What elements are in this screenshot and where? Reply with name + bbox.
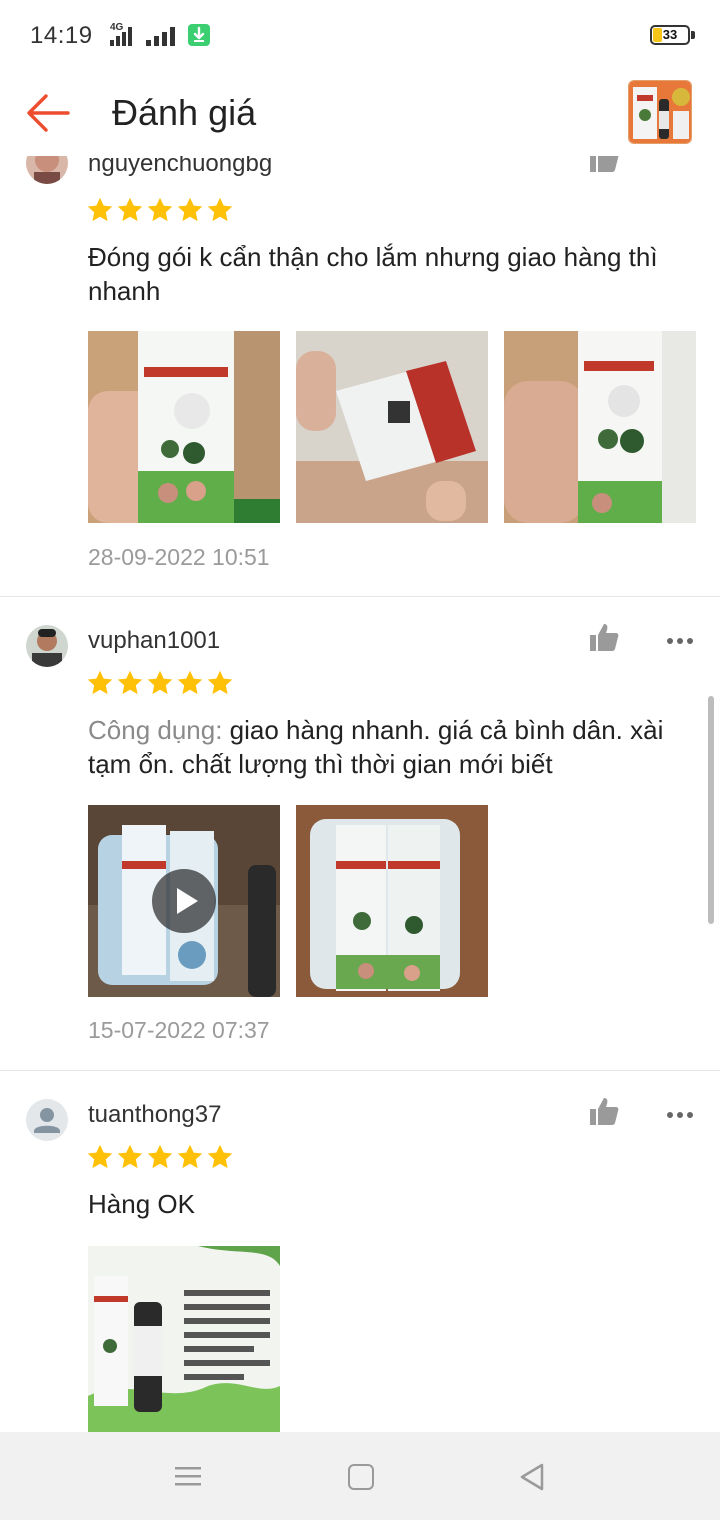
rating-stars xyxy=(86,1143,234,1171)
review-photo[interactable] xyxy=(504,331,696,523)
more-icon[interactable] xyxy=(666,633,694,644)
more-icon[interactable] xyxy=(666,1107,694,1118)
reviews-list[interactable]: nguyenchuongbg Đóng gói k cẩn thận cho l… xyxy=(0,156,720,1432)
star-icon xyxy=(117,1144,143,1169)
battery-icon: 33 xyxy=(650,25,690,45)
review-username[interactable]: nguyenchuongbg xyxy=(88,156,272,178)
star-icon xyxy=(177,1144,203,1169)
star-icon xyxy=(207,197,233,222)
rating-stars xyxy=(86,196,234,224)
status-bar: 14:19 4G 33 xyxy=(0,0,720,72)
thumbs-up-icon[interactable] xyxy=(588,156,620,174)
star-icon xyxy=(177,670,203,695)
back-arrow-icon[interactable] xyxy=(22,88,74,138)
star-icon xyxy=(87,197,113,222)
scrollbar[interactable] xyxy=(708,696,714,924)
review-username[interactable]: tuanthong37 xyxy=(88,1101,221,1129)
home-nav-icon[interactable] xyxy=(348,1464,374,1490)
network-label: 4G xyxy=(110,22,124,33)
thumbs-up-icon[interactable] xyxy=(588,1095,620,1127)
network-4g-icon: 4G xyxy=(110,22,140,48)
battery-level: 33 xyxy=(662,27,678,42)
review-photo[interactable] xyxy=(296,805,488,997)
page-title: Đánh giá xyxy=(112,92,257,133)
comment-label: Công dụng: xyxy=(88,715,223,745)
avatar[interactable] xyxy=(26,1099,68,1141)
star-icon xyxy=(207,670,233,695)
star-icon xyxy=(207,1144,233,1169)
back-nav-icon[interactable] xyxy=(518,1462,546,1492)
avatar[interactable] xyxy=(26,156,68,184)
review-comment: Hàng OK xyxy=(88,1189,195,1219)
battery-tip xyxy=(691,31,695,39)
rating-stars xyxy=(86,669,234,697)
review-divider xyxy=(0,596,720,597)
review-photo[interactable] xyxy=(88,331,280,523)
review-divider xyxy=(0,1070,720,1071)
review-date: 15-07-2022 07:37 xyxy=(88,1017,270,1043)
status-time: 14:19 xyxy=(30,22,93,49)
star-icon xyxy=(87,670,113,695)
review-comment: Đóng gói k cẩn thận cho lắm nhưng giao h… xyxy=(88,242,658,306)
product-thumbnail[interactable] xyxy=(628,80,692,144)
star-icon xyxy=(117,197,143,222)
review-video[interactable] xyxy=(88,805,280,997)
avatar[interactable] xyxy=(26,625,68,667)
star-icon xyxy=(147,1144,173,1169)
app-header: Đánh giá xyxy=(0,72,720,156)
star-icon xyxy=(87,1144,113,1169)
review-username[interactable]: vuphan1001 xyxy=(88,627,220,655)
star-icon xyxy=(117,670,143,695)
signal-icon xyxy=(146,26,180,48)
star-icon xyxy=(147,670,173,695)
play-icon[interactable] xyxy=(152,869,216,933)
review-comment: Công dụng: giao hàng nhanh. giá cả bình … xyxy=(88,713,698,781)
system-nav-bar xyxy=(0,1432,720,1520)
review-date: 28-09-2022 10:51 xyxy=(88,544,270,570)
thumbs-up-icon[interactable] xyxy=(588,621,620,653)
star-icon xyxy=(177,197,203,222)
review-photo[interactable] xyxy=(88,1246,280,1432)
star-icon xyxy=(147,197,173,222)
menu-nav-icon[interactable] xyxy=(174,1462,202,1490)
review-photo[interactable] xyxy=(296,331,488,523)
download-icon xyxy=(188,24,210,46)
